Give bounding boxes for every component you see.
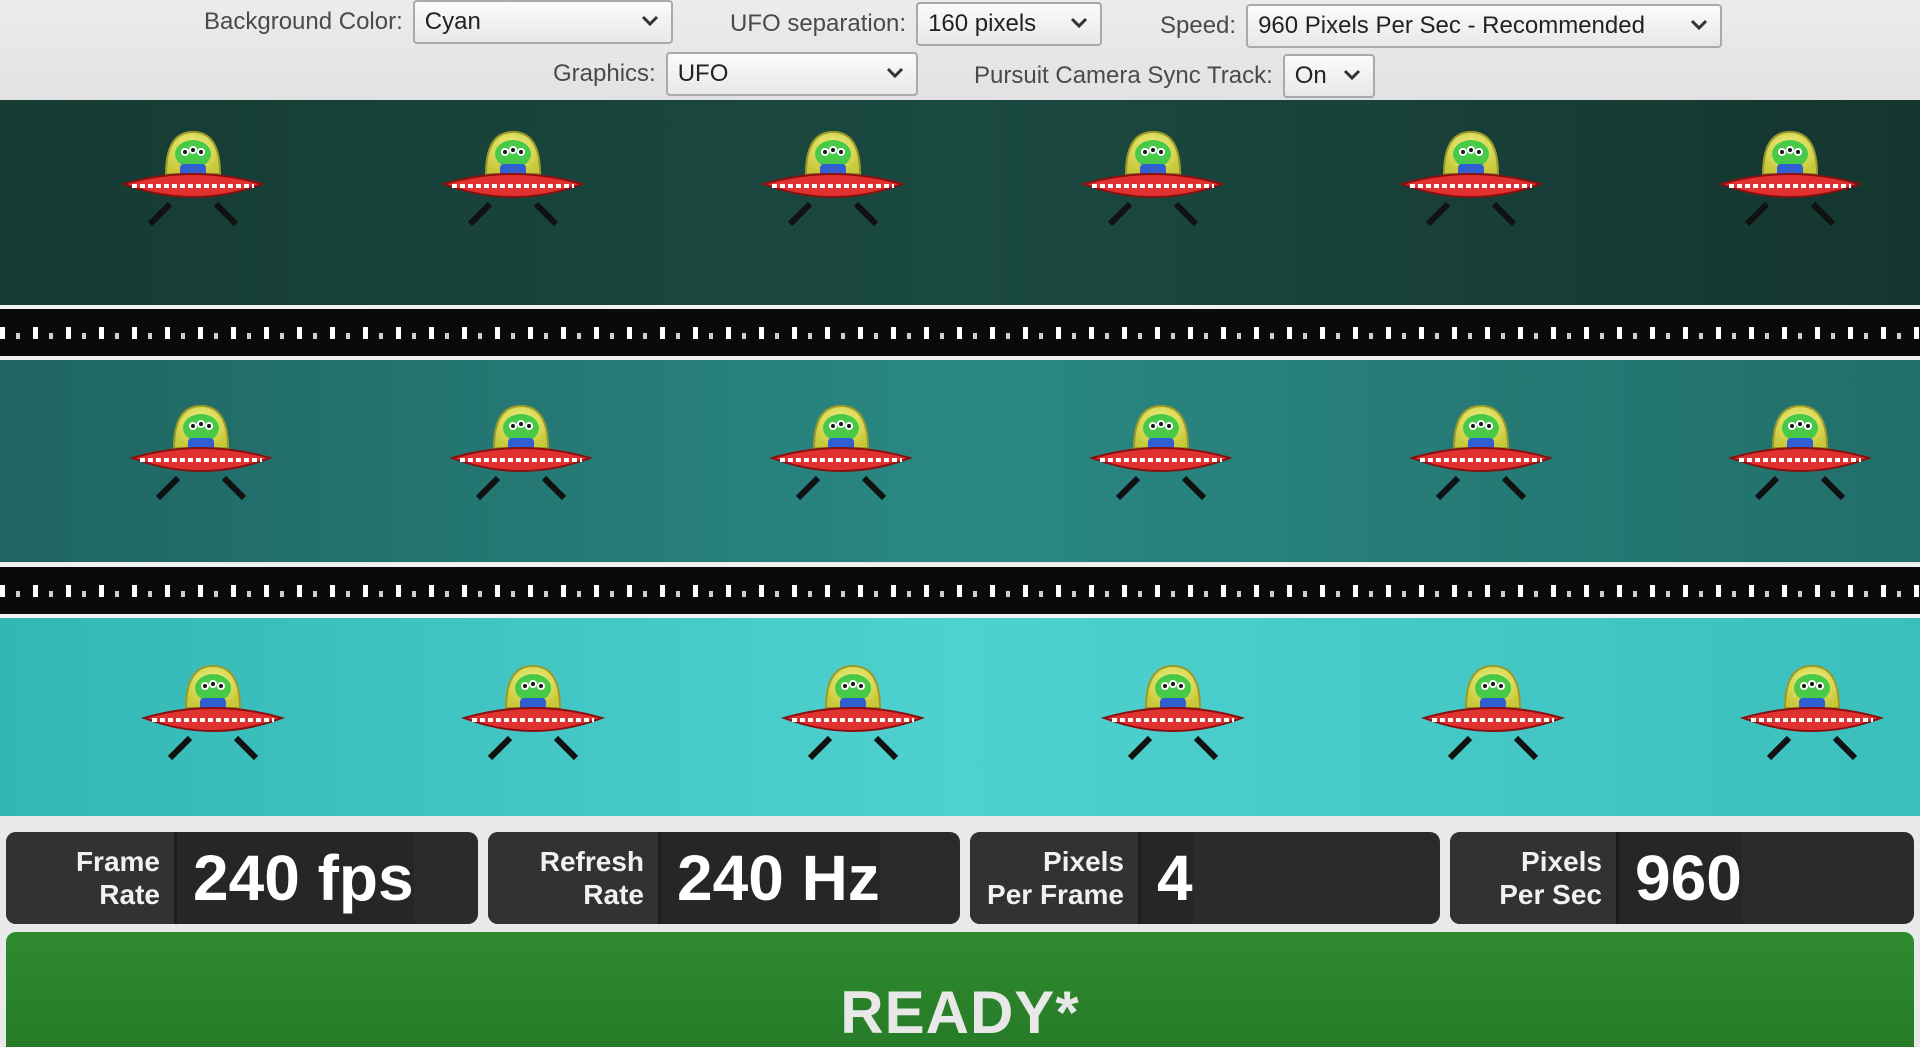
chevron-down-icon <box>1343 69 1360 81</box>
background-color-control: Background Color: Cyan <box>204 0 673 44</box>
ufo-alien-icon <box>438 112 588 242</box>
chevron-down-icon <box>886 67 903 79</box>
background-color-select[interactable]: Cyan <box>412 0 673 44</box>
speed-value: 960 Pixels Per Sec - Recommended <box>1258 12 1645 39</box>
refresh-rate-label-line2: Rate <box>583 879 644 910</box>
graphics-label: Graphics: <box>553 60 656 87</box>
ufo-alien-icon <box>1396 112 1546 242</box>
ufo-alien-icon <box>1418 646 1568 776</box>
ufo-alien-icon <box>1725 386 1875 516</box>
ufo-separation-control: UFO separation: 160 pixels <box>730 2 1103 46</box>
graphics-control: Graphics: UFO <box>553 52 918 96</box>
pixels-per-frame-panel: Pixels Per Frame 4 <box>970 832 1440 924</box>
ufo-alien-icon <box>458 646 608 776</box>
sync-track-dots <box>0 327 1920 339</box>
ufo-separation-select[interactable]: 160 pixels <box>916 2 1103 46</box>
graphics-value: UFO <box>677 60 729 87</box>
frame-rate-value: 240 fps <box>177 832 414 924</box>
background-color-label: Background Color: <box>204 8 403 35</box>
refresh-rate-value: 240 Hz <box>661 832 880 924</box>
ufo-lane-dark <box>0 100 1920 305</box>
chevron-down-icon <box>1691 19 1708 31</box>
ufo-alien-icon <box>126 386 276 516</box>
frame-rate-label-line2: Rate <box>99 879 160 910</box>
frame-rate-panel: Frame Rate 240 fps <box>6 832 478 924</box>
speed-label: Speed: <box>1160 12 1237 39</box>
ufo-alien-icon <box>1086 386 1236 516</box>
ufo-alien-icon <box>1078 112 1228 242</box>
pixels-per-sec-label-line2: Per Sec <box>1499 879 1602 910</box>
ufo-alien-icon <box>778 646 928 776</box>
pixels-per-sec-label: Pixels Per Sec <box>1450 832 1619 924</box>
ufo-alien-icon <box>758 112 908 242</box>
background-color-value: Cyan <box>424 8 481 35</box>
ufo-alien-icon <box>1737 646 1887 776</box>
speed-control: Speed: 960 Pixels Per Sec - Recommended <box>1160 4 1723 48</box>
refresh-rate-panel: Refresh Rate 240 Hz <box>488 832 960 924</box>
frame-rate-label-line1: Frame <box>75 846 160 877</box>
ready-status-text: READY* <box>840 979 1080 1046</box>
ufo-alien-icon <box>1715 112 1865 242</box>
sync-track-dots <box>0 585 1920 597</box>
pixels-per-frame-label-line2: Per Frame <box>987 879 1124 910</box>
pixels-per-frame-value: 4 <box>1141 832 1193 924</box>
pixels-per-sec-panel: Pixels Per Sec 960 <box>1450 832 1914 924</box>
ufo-alien-icon <box>118 112 268 242</box>
pursuit-sync-select[interactable]: On <box>1282 54 1375 98</box>
refresh-rate-label-line1: Refresh <box>539 846 644 877</box>
pursuit-sync-control: Pursuit Camera Sync Track: On <box>974 54 1375 98</box>
frame-rate-label: Frame Rate <box>6 832 177 924</box>
speed-select[interactable]: 960 Pixels Per Sec - Recommended <box>1246 4 1723 48</box>
ufo-alien-icon <box>446 386 596 516</box>
ufo-separation-value: 160 pixels <box>928 10 1037 37</box>
chevron-down-icon <box>1071 17 1088 29</box>
ufo-alien-icon <box>1406 386 1556 516</box>
pixels-per-sec-label-line1: Pixels <box>1521 846 1602 877</box>
controls-bar: Background Color: Cyan UFO separation: 1… <box>0 0 1920 100</box>
chevron-down-icon <box>641 15 658 27</box>
pixels-per-frame-label: Pixels Per Frame <box>970 832 1141 924</box>
pixels-per-frame-label-line1: Pixels <box>1043 846 1124 877</box>
ufo-alien-icon <box>138 646 288 776</box>
sync-track-2 <box>0 563 1920 618</box>
ufo-lane-medium <box>0 360 1920 562</box>
ufo-separation-label: UFO separation: <box>730 10 907 37</box>
ready-status-bar: READY* <box>6 932 1914 1047</box>
sync-track-1 <box>0 305 1920 360</box>
graphics-select[interactable]: UFO <box>665 52 918 96</box>
ufo-lane-light <box>0 618 1920 816</box>
ufo-alien-icon <box>766 386 916 516</box>
refresh-rate-label: Refresh Rate <box>488 832 661 924</box>
pixels-per-sec-value: 960 <box>1619 832 1742 924</box>
pursuit-sync-label: Pursuit Camera Sync Track: <box>974 62 1273 89</box>
ufo-alien-icon <box>1098 646 1248 776</box>
pursuit-sync-value: On <box>1294 62 1327 89</box>
